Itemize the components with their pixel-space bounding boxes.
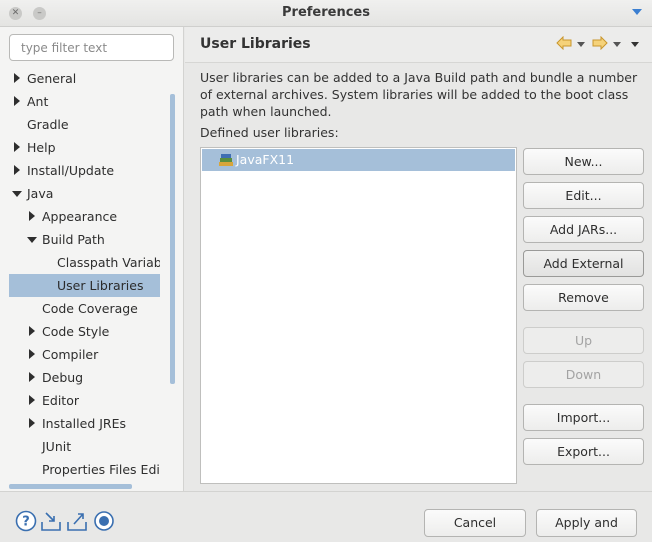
- dialog-footer: ? Cancel Apply and Close: [0, 491, 652, 542]
- tree-item-classpath-variables[interactable]: Classpath Variables: [9, 251, 160, 274]
- expand-arrow-icon[interactable]: [29, 326, 35, 336]
- filter-input[interactable]: [9, 34, 174, 61]
- tree-item-gradle[interactable]: Gradle: [9, 113, 160, 136]
- tree-item-install-update[interactable]: Install/Update: [9, 159, 160, 182]
- tree-item-code-coverage[interactable]: Code Coverage: [9, 297, 160, 320]
- expand-arrow-icon[interactable]: [29, 211, 35, 221]
- import-button[interactable]: Import...: [523, 404, 644, 431]
- window-menu-icon[interactable]: [632, 9, 642, 15]
- library-name: JavaFX11: [236, 152, 295, 167]
- tree-item-editor[interactable]: Editor: [9, 389, 160, 412]
- tree-item-general[interactable]: General: [9, 67, 160, 90]
- page-title: User Libraries: [200, 36, 311, 52]
- cancel-button[interactable]: Cancel: [424, 509, 526, 537]
- collapse-arrow-icon[interactable]: [12, 191, 22, 197]
- forward-menu-icon[interactable]: [613, 42, 621, 47]
- export-preferences-icon[interactable]: [66, 510, 88, 532]
- tree-item-junit[interactable]: JUnit: [9, 435, 160, 458]
- forward-arrow-icon[interactable]: [592, 36, 608, 50]
- expand-arrow-icon[interactable]: [29, 395, 35, 405]
- tree-item-appearance[interactable]: Appearance: [9, 205, 160, 228]
- expand-arrow-icon[interactable]: [14, 142, 20, 152]
- import-preferences-icon[interactable]: [40, 510, 62, 532]
- apply-and-close-button[interactable]: Apply and Close: [536, 509, 637, 542]
- tree-item-java[interactable]: Java: [9, 182, 160, 205]
- add-jars-button[interactable]: Add JARs...: [523, 216, 644, 243]
- tree-horizontal-scrollbar[interactable]: [9, 484, 132, 489]
- preference-tree: General Ant Gradle Help Install/Update J…: [0, 67, 170, 491]
- tree-item-installed-jres[interactable]: Installed JREs: [9, 412, 160, 435]
- expand-arrow-icon[interactable]: [14, 96, 20, 106]
- window-title: Preferences: [282, 5, 370, 20]
- tree-item-build-path[interactable]: Build Path: [9, 228, 160, 251]
- tree-item-user-libraries[interactable]: User Libraries: [9, 274, 160, 297]
- export-button[interactable]: Export...: [523, 438, 644, 465]
- back-menu-icon[interactable]: [577, 42, 585, 47]
- edit-button[interactable]: Edit...: [523, 182, 644, 209]
- add-external-jars-button[interactable]: Add External JARs...: [523, 250, 644, 296]
- remove-button[interactable]: Remove: [523, 284, 644, 311]
- view-menu-icon[interactable]: [631, 42, 639, 47]
- title-bar: ✕ – Preferences: [0, 0, 652, 27]
- tree-item-ant[interactable]: Ant: [9, 90, 160, 113]
- page-header: User Libraries: [185, 27, 652, 63]
- collapse-arrow-icon[interactable]: [27, 237, 37, 243]
- user-libraries-list[interactable]: JavaFX11: [200, 147, 517, 484]
- defined-libraries-label: Defined user libraries:: [200, 125, 339, 140]
- expand-arrow-icon[interactable]: [29, 372, 35, 382]
- tree-item-debug[interactable]: Debug: [9, 366, 160, 389]
- back-arrow-icon[interactable]: [556, 36, 572, 50]
- tree-vertical-scrollbar[interactable]: [170, 94, 175, 384]
- expand-arrow-icon[interactable]: [14, 73, 20, 83]
- tree-item-properties-files-editor[interactable]: Properties Files Editor: [9, 458, 160, 481]
- library-icon: [219, 154, 233, 166]
- tree-item-help[interactable]: Help: [9, 136, 160, 159]
- list-item[interactable]: JavaFX11: [202, 149, 515, 171]
- svg-text:?: ?: [22, 515, 30, 530]
- tree-item-code-style[interactable]: Code Style: [9, 320, 160, 343]
- record-icon[interactable]: [93, 510, 115, 532]
- up-button[interactable]: Up: [523, 327, 644, 354]
- new-button[interactable]: New...: [523, 148, 644, 175]
- tree-item-compiler[interactable]: Compiler: [9, 343, 160, 366]
- preferences-navigation: General Ant Gradle Help Install/Update J…: [0, 27, 184, 491]
- help-icon[interactable]: ?: [15, 510, 37, 532]
- expand-arrow-icon[interactable]: [14, 165, 20, 175]
- expand-arrow-icon[interactable]: [29, 418, 35, 428]
- expand-arrow-icon[interactable]: [29, 349, 35, 359]
- page-description: User libraries can be added to a Java Bu…: [200, 70, 638, 119]
- down-button[interactable]: Down: [523, 361, 644, 388]
